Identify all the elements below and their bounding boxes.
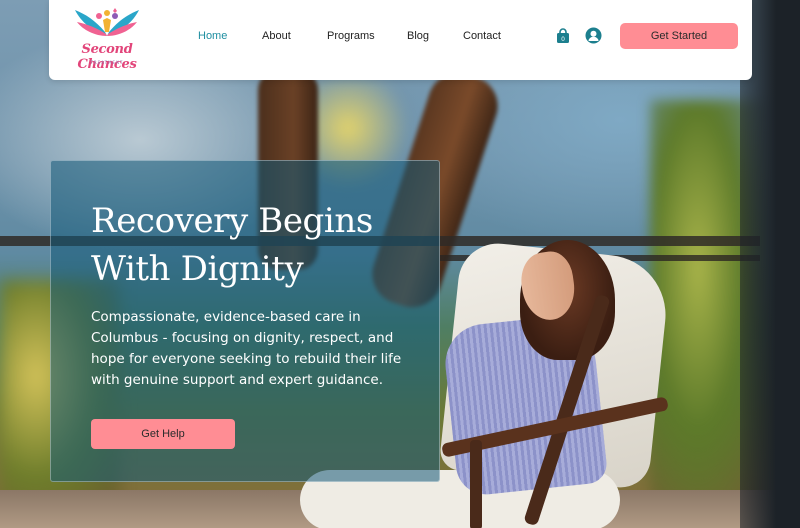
nav-home[interactable]: Home: [198, 30, 227, 42]
svg-text:0: 0: [561, 36, 565, 43]
shopping-bag-icon[interactable]: 0: [556, 28, 570, 44]
hero-card: Recovery Begins With Dignity Compassiona…: [50, 160, 440, 482]
get-help-button[interactable]: Get Help: [91, 419, 235, 449]
nav-about[interactable]: About: [262, 30, 291, 42]
brand-logo[interactable]: Second Chances TREATMENT: [59, 6, 155, 72]
site-header: Second Chances TREATMENT Home About Prog…: [49, 0, 752, 80]
user-circle-icon[interactable]: [585, 27, 602, 44]
chair-leg: [470, 440, 482, 528]
brand-name: Second Chances: [77, 42, 137, 72]
brand-tagline: TREATMENT: [90, 60, 124, 65]
nav-programs[interactable]: Programs: [327, 30, 375, 42]
logo-emblem-icon: [75, 8, 139, 36]
nav-contact[interactable]: Contact: [463, 30, 501, 42]
nav-blog[interactable]: Blog: [407, 30, 429, 42]
hero-description: Compassionate, evidence-based care in Co…: [91, 309, 402, 388]
hero-title-line: With Dignity: [91, 249, 304, 289]
get-started-button[interactable]: Get Started: [620, 23, 738, 49]
hero-title: Recovery Begins With Dignity: [91, 197, 411, 293]
hero-title-line: Recovery Begins: [91, 201, 373, 241]
